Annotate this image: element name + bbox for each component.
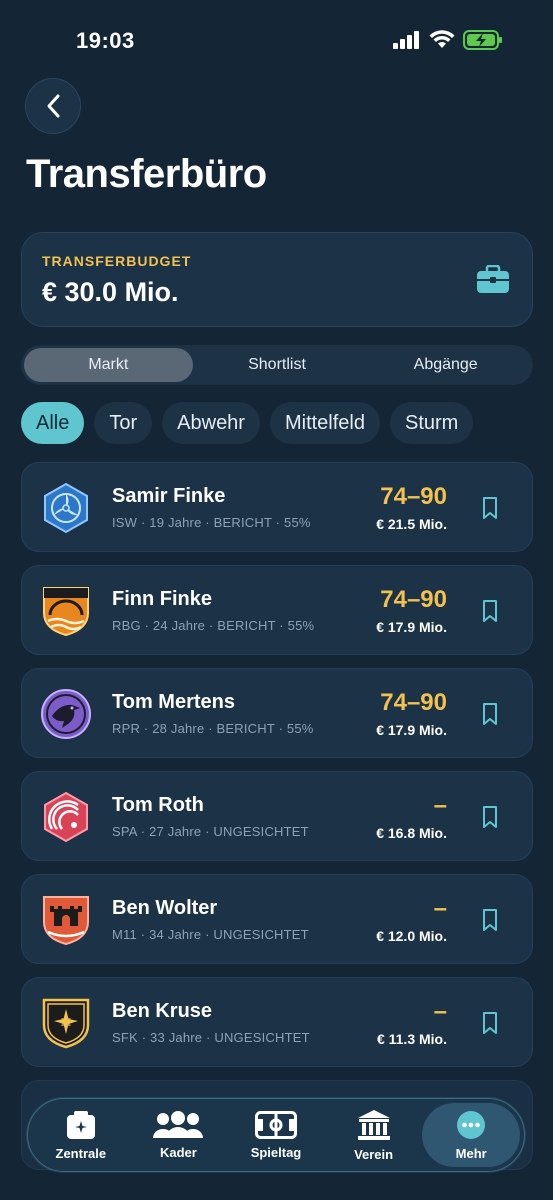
player-name: Tom Mertens — [112, 691, 235, 713]
player-row[interactable]: Tom Roth SPA · 27 Jahre · UNGESICHTET – … — [21, 771, 533, 861]
player-price: € 17.9 Mio. — [376, 722, 447, 738]
tab-label: Zentrale — [55, 1145, 107, 1161]
player-meta: SFK · 33 Jahre · UNGESICHTET — [112, 1030, 310, 1045]
player-meta: ISW · 19 Jahre · BERICHT · 55% — [112, 515, 311, 530]
bookmark-icon[interactable] — [482, 496, 498, 520]
more-icon — [457, 1110, 486, 1139]
player-rating-range: 74–90 — [380, 689, 447, 716]
segment-markt[interactable]: Markt — [24, 348, 193, 382]
filter-chip-mittelfeld[interactable]: Mittelfeld — [269, 402, 380, 444]
position-filter: Alle Tor Abwehr Mittelfeld Sturm — [21, 402, 474, 444]
player-name: Finn Finke — [112, 588, 212, 610]
castle-crest-icon — [43, 896, 89, 946]
budget-value: € 30.0 Mio. — [42, 277, 179, 307]
tab-label: Kader — [159, 1144, 197, 1160]
battery-charging-icon — [463, 30, 502, 50]
wifi-icon — [429, 30, 455, 48]
page-title: Transferbüro — [26, 152, 267, 196]
bookmark-icon[interactable] — [482, 599, 498, 623]
propeller-crest-icon — [44, 482, 88, 534]
player-rating-range: – — [433, 998, 447, 1025]
player-meta: RPR · 28 Jahre · BERICHT · 55% — [112, 721, 314, 736]
bookmark-icon[interactable] — [482, 702, 498, 726]
filter-chip-alle[interactable]: Alle — [21, 402, 85, 444]
status-time: 19:03 — [76, 28, 135, 53]
tab-kader[interactable]: Kader — [130, 1103, 228, 1167]
bookmark-icon[interactable] — [482, 1011, 498, 1035]
back-button[interactable] — [25, 78, 81, 134]
tab-label: Mehr — [455, 1145, 487, 1161]
player-rating-range: – — [433, 895, 447, 922]
player-price: € 21.5 Mio. — [376, 516, 447, 532]
player-row[interactable]: Ben Wolter M11 · 34 Jahre · UNGESICHTET … — [21, 874, 533, 964]
tab-label: Spieltag — [250, 1144, 302, 1160]
player-price: € 17.9 Mio. — [376, 619, 447, 635]
bookmark-icon[interactable] — [482, 805, 498, 829]
raven-crest-icon — [41, 689, 91, 739]
tab-verein[interactable]: Verein — [325, 1103, 423, 1167]
player-meta: RBG · 24 Jahre · BERICHT · 55% — [112, 618, 315, 633]
tab-label: Verein — [354, 1146, 394, 1162]
player-price: € 12.0 Mio. — [376, 928, 447, 944]
signal-icon — [393, 31, 419, 49]
status-bar: 19:03 — [0, 0, 553, 80]
player-name: Samir Finke — [112, 485, 226, 507]
player-name: Tom Roth — [112, 794, 204, 816]
player-price: € 16.8 Mio. — [376, 825, 447, 841]
star-crest-icon — [42, 998, 90, 1049]
player-name: Ben Wolter — [112, 897, 218, 919]
segment-control: Markt Shortlist Abgänge — [21, 345, 533, 385]
segment-abgaenge[interactable]: Abgänge — [361, 348, 530, 382]
status-icons — [393, 30, 503, 50]
board-icon — [66, 1110, 95, 1139]
bookmark-icon[interactable] — [482, 908, 498, 932]
chevron-left-icon — [47, 94, 60, 118]
player-rating-range: 74–90 — [380, 586, 447, 613]
player-name: Ben Kruse — [112, 1000, 213, 1022]
player-row[interactable]: Samir Finke ISW · 19 Jahre · BERICHT · 5… — [21, 462, 533, 552]
budget-card: TRANSFERBUDGET € 30.0 Mio. — [21, 232, 533, 327]
tab-mehr[interactable]: Mehr — [422, 1103, 520, 1167]
segment-shortlist[interactable]: Shortlist — [193, 348, 362, 382]
filter-chip-sturm[interactable]: Sturm — [390, 402, 474, 444]
tab-spieltag[interactable]: Spieltag — [227, 1103, 325, 1167]
filter-chip-tor[interactable]: Tor — [94, 402, 153, 444]
player-meta: SPA · 27 Jahre · UNGESICHTET — [112, 824, 309, 839]
player-row[interactable]: Finn Finke RBG · 24 Jahre · BERICHT · 55… — [21, 565, 533, 655]
bridge-crest-icon — [43, 587, 89, 637]
team-icon — [153, 1110, 204, 1138]
player-rating-range: – — [433, 792, 447, 819]
budget-label: TRANSFERBUDGET — [42, 253, 192, 269]
building-icon — [357, 1109, 390, 1140]
player-rating-range: 74–90 — [380, 483, 447, 510]
filter-chip-abwehr[interactable]: Abwehr — [162, 402, 260, 444]
briefcase-icon — [477, 265, 509, 293]
player-row[interactable]: Ben Kruse SFK · 33 Jahre · UNGESICHTET –… — [21, 977, 533, 1067]
wave-crest-icon — [44, 791, 88, 843]
player-meta: M11 · 34 Jahre · UNGESICHTET — [112, 927, 309, 942]
player-price: € 11.3 Mio. — [376, 1031, 447, 1047]
tab-zentrale[interactable]: Zentrale — [32, 1103, 130, 1167]
tab-bar: Zentrale Kader Spieltag Verein Mehr — [27, 1098, 525, 1172]
pitch-icon — [254, 1110, 297, 1139]
player-row[interactable]: Tom Mertens RPR · 28 Jahre · BERICHT · 5… — [21, 668, 533, 758]
